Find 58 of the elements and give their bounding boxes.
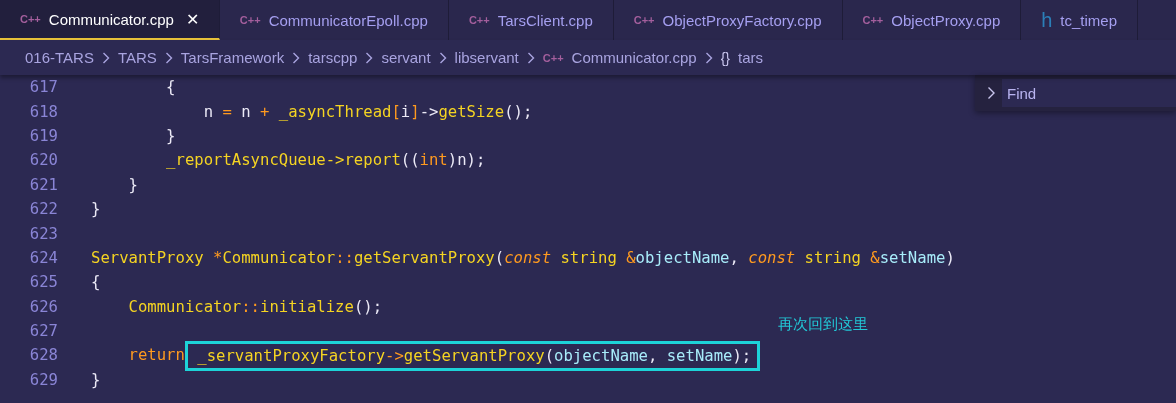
chevron-icon bbox=[164, 51, 173, 64]
header-file-icon: h bbox=[1041, 8, 1053, 32]
close-icon[interactable]: ✕ bbox=[185, 9, 199, 29]
chevron-icon bbox=[292, 51, 301, 64]
line-number: 623 bbox=[28, 224, 58, 243]
code-line: return bbox=[127, 346, 185, 365]
chevron-icon bbox=[438, 51, 447, 64]
breadcrumb-item[interactable]: servant bbox=[381, 49, 431, 66]
line-number: 625 bbox=[28, 273, 58, 292]
code-line: ServantProxy *Communicator::getServantProxy(const string &objectName, const string &setName) bbox=[91, 248, 955, 267]
breadcrumb-item[interactable]: tarscpp bbox=[308, 49, 358, 66]
line-number: 620 bbox=[28, 151, 58, 170]
chevron-icon[interactable] bbox=[987, 86, 996, 100]
chevron-icon bbox=[704, 51, 713, 64]
line-number: 626 bbox=[28, 297, 58, 316]
code-line: } bbox=[165, 126, 176, 145]
editor-tab[interactable]: C++ CommunicatorEpoll.cpp bbox=[219, 0, 449, 40]
cpp-file-icon: C++ bbox=[468, 14, 490, 26]
highlighted-code: _servantProxyFactory->getServantProxy(objectName, setName); bbox=[184, 340, 761, 371]
braces-icon: {} bbox=[720, 49, 730, 66]
cpp-file-icon: C++ bbox=[239, 14, 261, 26]
line-number: 622 bbox=[28, 200, 58, 219]
cpp-file-icon: C++ bbox=[633, 14, 655, 26]
chevron-icon bbox=[526, 51, 535, 64]
editor-tab[interactable]: C++ Communicator.cpp ✕ bbox=[0, 0, 220, 40]
editor-tab[interactable]: C++ ObjectProxyFactory.cpp bbox=[613, 0, 843, 40]
code-line: } bbox=[91, 370, 101, 389]
line-number: 628 bbox=[28, 346, 58, 365]
annotation-text: 再次回到这里 bbox=[778, 315, 868, 334]
line-number: 624 bbox=[28, 248, 58, 267]
line-number: 621 bbox=[28, 175, 58, 194]
code-line: n = n + _asyncThread[i]->getSize(); bbox=[202, 102, 533, 121]
breadcrumb-item[interactable]: libservant bbox=[454, 49, 519, 66]
cpp-file-icon: C++ bbox=[542, 51, 564, 64]
breadcrumb-item[interactable]: TarsFramework bbox=[180, 49, 285, 66]
code-line: } bbox=[127, 175, 138, 194]
code-line: { bbox=[91, 273, 101, 292]
find-field[interactable]: Find bbox=[1002, 79, 1176, 107]
line-number: 618 bbox=[28, 102, 58, 121]
chevron-icon bbox=[365, 51, 374, 64]
line-number: 619 bbox=[28, 126, 58, 145]
code-line: _reportAsyncQueue->report((int)n); bbox=[165, 151, 486, 170]
chevron-icon bbox=[101, 51, 110, 64]
code-line: Communicator::initialize(); bbox=[127, 297, 383, 316]
breadcrumb-item[interactable]: 016-TARS bbox=[25, 49, 94, 66]
line-number: 629 bbox=[28, 370, 58, 389]
breadcrumb-item[interactable]: tars bbox=[738, 49, 764, 66]
editor-tab[interactable]: h tc_timep bbox=[1021, 0, 1139, 40]
line-number: 627 bbox=[28, 322, 58, 341]
line-number: 617 bbox=[28, 78, 58, 97]
cpp-file-icon: C++ bbox=[862, 14, 884, 26]
code-line: { bbox=[165, 78, 176, 97]
breadcrumb-item[interactable]: Communicator.cpp bbox=[571, 49, 697, 66]
editor-tab[interactable]: C++ ObjectProxy.cpp bbox=[842, 0, 1022, 40]
breadcrumb-item[interactable]: TARS bbox=[117, 49, 157, 66]
cpp-file-icon: C++ bbox=[20, 13, 41, 25]
editor-tab[interactable]: C++ TarsClient.cpp bbox=[448, 0, 614, 40]
code-line: } bbox=[91, 200, 101, 219]
